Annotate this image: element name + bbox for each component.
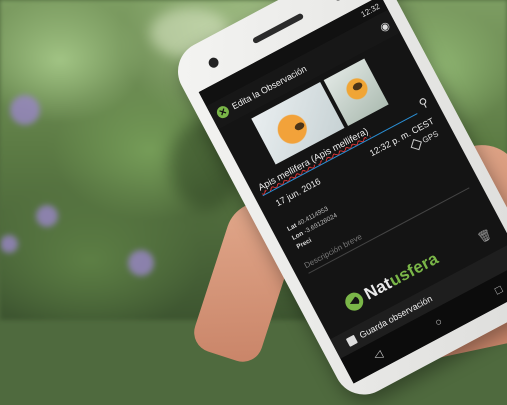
bee — [351, 80, 364, 92]
purple-flower — [128, 250, 154, 276]
natusfera-logo-icon — [342, 289, 367, 314]
purple-flower — [10, 95, 40, 125]
back-icon[interactable]: ◁ — [371, 347, 385, 363]
save-icon — [345, 334, 358, 347]
purple-flower — [36, 205, 58, 227]
close-icon[interactable]: ✕ — [214, 104, 232, 121]
search-icon[interactable]: ⚲ — [416, 95, 430, 111]
camera-icon[interactable]: ◉ — [377, 18, 392, 34]
recents-icon[interactable]: □ — [493, 284, 505, 298]
purple-flower — [0, 235, 18, 253]
home-icon[interactable]: ○ — [433, 316, 445, 330]
bee — [293, 120, 306, 132]
